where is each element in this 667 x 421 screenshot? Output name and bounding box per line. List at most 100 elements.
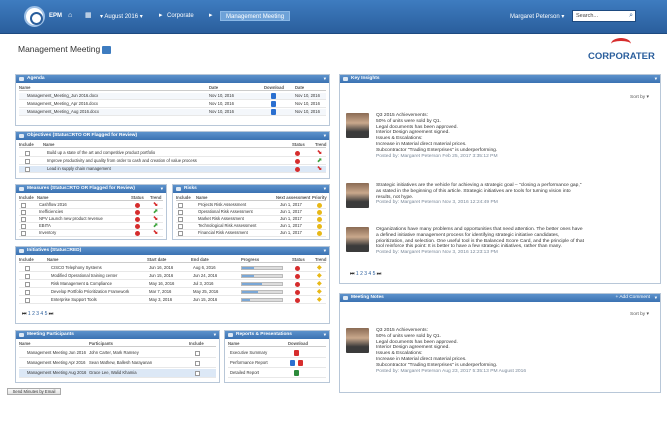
status-red-icon [295, 298, 300, 303]
include-checkbox[interactable] [195, 351, 200, 356]
corporater-logo: CORPORATER [586, 38, 656, 68]
panel-header[interactable]: Agenda ▾ [16, 75, 329, 83]
include-checkbox[interactable] [25, 290, 30, 295]
status-red-icon [135, 231, 140, 236]
panel-header[interactable]: Risks ▾ [173, 185, 329, 193]
word-file-icon[interactable] [271, 101, 276, 107]
table-row: Market Risk Assessment Jun 1, 2017 [176, 216, 326, 223]
status-red-icon [295, 282, 300, 287]
panel-header[interactable]: Measures (Status=RTO OR Flagged for Revi… [16, 185, 166, 193]
brand-label: EPM [49, 13, 63, 19]
table-row: Management Meeting Aug 2016 Grace Lee, Wa… [19, 369, 216, 378]
status-red-icon [295, 290, 300, 295]
sort-by-dropdown[interactable]: Sort by ▾ [630, 95, 649, 100]
avatar [346, 113, 369, 138]
sort-by-dropdown[interactable]: Sort by ▾ [630, 312, 649, 317]
trend-up-icon: ⬈ [153, 223, 159, 229]
include-checkbox[interactable] [21, 224, 26, 229]
table-row: CISCO Telephony Systems Jun 16, 2016 Aug 6… [19, 265, 326, 272]
status-red-icon [135, 203, 140, 208]
progress-bar [241, 274, 283, 278]
table-row: Inefficiencies ⬈ [19, 209, 163, 216]
include-checkbox[interactable] [25, 266, 30, 271]
panel-header[interactable]: Meeting Participants ▾ [16, 331, 219, 339]
include-checkbox[interactable] [195, 361, 200, 366]
home-icon[interactable]: ⌂ [68, 12, 72, 20]
table-row: Management Meeting Jun 2016 John Carter, … [19, 349, 216, 358]
pdf-file-icon[interactable] [294, 350, 299, 356]
status-red-icon [135, 210, 140, 215]
note-item: Q3 2015 Achievements: 50% of units were s… [346, 328, 654, 378]
include-checkbox[interactable] [21, 203, 26, 208]
include-checkbox[interactable] [178, 203, 183, 208]
measures-panel: Measures (Status=RTO OR Flagged for Revi… [15, 184, 167, 240]
grid-icon[interactable]: ▦ [85, 12, 92, 20]
priority-icon [317, 231, 322, 236]
trend-down-icon: ⬊ [317, 166, 323, 172]
table-row: EBITA ⬈ [19, 223, 163, 230]
add-comment-button[interactable]: + Add Comment [615, 294, 650, 302]
include-checkbox[interactable] [178, 231, 183, 236]
insight-item: Strategic initiatives are the vehicle fo… [346, 183, 654, 213]
include-checkbox[interactable] [25, 282, 30, 287]
priority-icon [317, 210, 322, 215]
include-checkbox[interactable] [25, 151, 30, 156]
panel-header[interactable]: Objectives (Status=RTO OR Flagged for Re… [16, 132, 329, 140]
panel-header[interactable]: Reports & Presentations ▾ [225, 331, 329, 339]
include-checkbox[interactable] [25, 274, 30, 279]
app-logo-icon[interactable] [24, 6, 45, 27]
pagination[interactable]: ⏮ 1 2 3 4 5 ⏭ [22, 311, 53, 317]
table-row: Modified Operational training center Jun … [19, 273, 326, 280]
top-navigation-bar: EPM ⌂ ▦ ▾ August 2016 ▾ ▸ Corporate ▸ Ma… [0, 0, 667, 34]
excel-file-icon[interactable] [294, 370, 299, 376]
include-checkbox[interactable] [178, 217, 183, 222]
word-file-icon[interactable] [271, 93, 276, 99]
breadcrumb-corporate[interactable]: Corporate [167, 13, 194, 19]
include-checkbox[interactable] [25, 298, 30, 303]
status-red-icon [295, 167, 300, 172]
word-file-icon[interactable] [271, 109, 276, 115]
reports-panel: Reports & Presentations ▾ Name Download Ex… [224, 330, 330, 383]
include-checkbox[interactable] [195, 371, 200, 376]
include-checkbox[interactable] [21, 217, 26, 222]
table-row: NPV Launch new product revenue ⬊ [19, 216, 163, 223]
table-row: Performance Report [228, 359, 326, 368]
table-row: Build up a state of the art and competit… [19, 150, 326, 157]
pagination[interactable]: ⏮ 1 2 3 4 5 ⏭ [350, 271, 381, 277]
table-row: Develop Portfolio Prioritization Framewo… [19, 289, 326, 296]
word-file-icon[interactable] [290, 360, 295, 366]
table-row: Executive Summary [228, 349, 326, 358]
table-row: Cashflow 2016 ⬊ [19, 202, 163, 209]
user-menu[interactable]: Margaret Peterson ▾ [510, 13, 564, 20]
panel-header[interactable]: Key Insights ▾ [340, 75, 660, 83]
edit-icon[interactable] [102, 45, 112, 54]
pdf-file-icon[interactable] [298, 360, 303, 366]
panel-header[interactable]: Meeting Notes + Add Comment ▾ [340, 294, 660, 302]
include-checkbox[interactable] [178, 210, 183, 215]
progress-bar [241, 266, 283, 270]
table-row: Improve productivity and quality from or… [19, 158, 326, 165]
search-input[interactable]: Search... ⌕ [572, 10, 636, 22]
include-checkbox[interactable] [21, 231, 26, 236]
send-minutes-button[interactable]: Send Minutes by Email [7, 388, 61, 395]
insight-item: Organizations have many problems and opp… [346, 227, 654, 263]
status-red-icon [295, 151, 300, 156]
panel-header[interactable]: Initiatives (Status=RED) ▾ [16, 247, 329, 255]
search-icon[interactable]: ⌕ [629, 12, 633, 20]
trend-flat-icon: ◆ [317, 297, 322, 303]
status-red-icon [135, 217, 140, 222]
include-checkbox[interactable] [25, 159, 30, 164]
initiatives-panel: Initiatives (Status=RED) ▾ Include Name St… [15, 246, 330, 324]
breadcrumb-current[interactable]: Management Meeting [220, 11, 291, 21]
table-row: Technological Risk Assessment Jun 1, 2017 [176, 223, 326, 230]
include-checkbox[interactable] [178, 224, 183, 229]
table-row: Enterprise Support Tools May 3, 2016 Jun 1… [19, 297, 326, 304]
priority-icon [317, 203, 322, 208]
period-selector[interactable]: ▾ August 2016 ▾ [100, 13, 143, 20]
include-checkbox[interactable] [21, 210, 26, 215]
include-checkbox[interactable] [25, 167, 30, 172]
trend-flat-icon: ◆ [317, 289, 322, 295]
table-row: Lead in supply chain management ⬊ [19, 166, 326, 173]
trend-down-icon: ⬊ [153, 202, 159, 208]
trend-up-icon: ⬈ [317, 158, 323, 164]
